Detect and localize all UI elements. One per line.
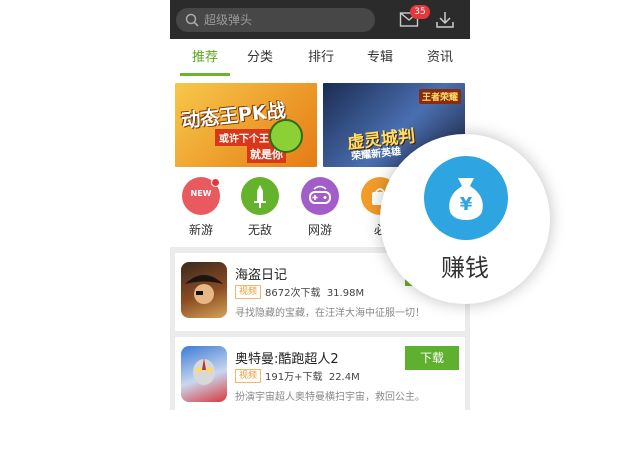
game-logo: 王者荣耀 (419, 89, 462, 104)
sword-icon (241, 177, 279, 215)
new-label: NEW (190, 189, 212, 198)
money-bag-icon[interactable]: ¥ (424, 156, 508, 240)
app-name: 奥特曼:酷跑超人2 (235, 352, 339, 367)
download-icon[interactable] (435, 10, 455, 30)
category-label: 无敌 (247, 223, 272, 237)
app-icon-pirate (181, 262, 227, 318)
search-input[interactable]: 超级弹头 (204, 12, 252, 28)
category-online-games[interactable]: 网游 (290, 177, 350, 238)
gamepad-icon (301, 177, 339, 215)
app-name: 海盗日记 (235, 268, 288, 283)
message-count-badge: 35 (410, 5, 430, 19)
top-bar: 超级弹头 35 (170, 0, 470, 39)
category-label: 新游 (188, 223, 213, 237)
tab-news[interactable]: 资讯 (410, 39, 470, 77)
category-label: 网游 (307, 223, 332, 237)
search-box[interactable]: 超级弹头 (176, 8, 375, 32)
app-description: 寻找隐藏的宝藏，在汪洋大海中征服一切！ (235, 308, 425, 319)
video-tag: 视频 (235, 285, 262, 299)
file-size: 31.98M (326, 288, 365, 299)
new-dot-badge (211, 178, 220, 187)
app-card[interactable]: 奥特曼:酷跑超人2 视频 191万+下载 22.4M 扮演宇宙超人奥特曼横扫宇宙… (175, 337, 465, 410)
yuan-symbol: ¥ (459, 194, 473, 215)
download-count: 191万+下载 (265, 372, 323, 383)
app-stats: 191万+下载 22.4M (265, 368, 360, 383)
download-button[interactable]: 下载 (405, 346, 459, 370)
earn-money-label[interactable]: 赚钱 (380, 248, 550, 283)
sword-glyph (254, 185, 266, 208)
ultraman-glyph (193, 358, 215, 385)
category-invincible[interactable]: 无敌 (230, 177, 290, 238)
app-icon-ultraman (181, 346, 227, 402)
file-size: 22.4M (328, 372, 360, 383)
video-tag: 视频 (235, 369, 262, 383)
earn-money-magnifier: ¥ 赚钱 (380, 134, 550, 304)
tab-category[interactable]: 分类 (230, 39, 290, 77)
banner-pk[interactable]: 动态王PK战 或许下个王者 就是你 (175, 83, 317, 167)
search-icon (185, 13, 199, 27)
tab-album[interactable]: 专辑 (350, 39, 410, 77)
pirate-hat-glyph (185, 275, 223, 304)
tab-bar: 推荐 分类 排行 专辑 资讯 (170, 39, 470, 116)
app-stats: 8672次下载 31.98M (265, 284, 364, 299)
gamepad-glyph (309, 185, 331, 204)
tab-recommend[interactable]: 推荐 (175, 39, 235, 77)
app-description: 扮演宇宙超人奥特曼横扫宇宙，救回公主。 (235, 392, 425, 403)
mascot-image (269, 119, 303, 153)
category-new-games[interactable]: NEW 新游 (171, 177, 231, 238)
tab-ranking[interactable]: 排行 (291, 39, 351, 77)
active-tab-indicator (180, 73, 230, 76)
new-game-icon: NEW (182, 177, 220, 215)
download-count: 8672次下载 (265, 288, 321, 299)
